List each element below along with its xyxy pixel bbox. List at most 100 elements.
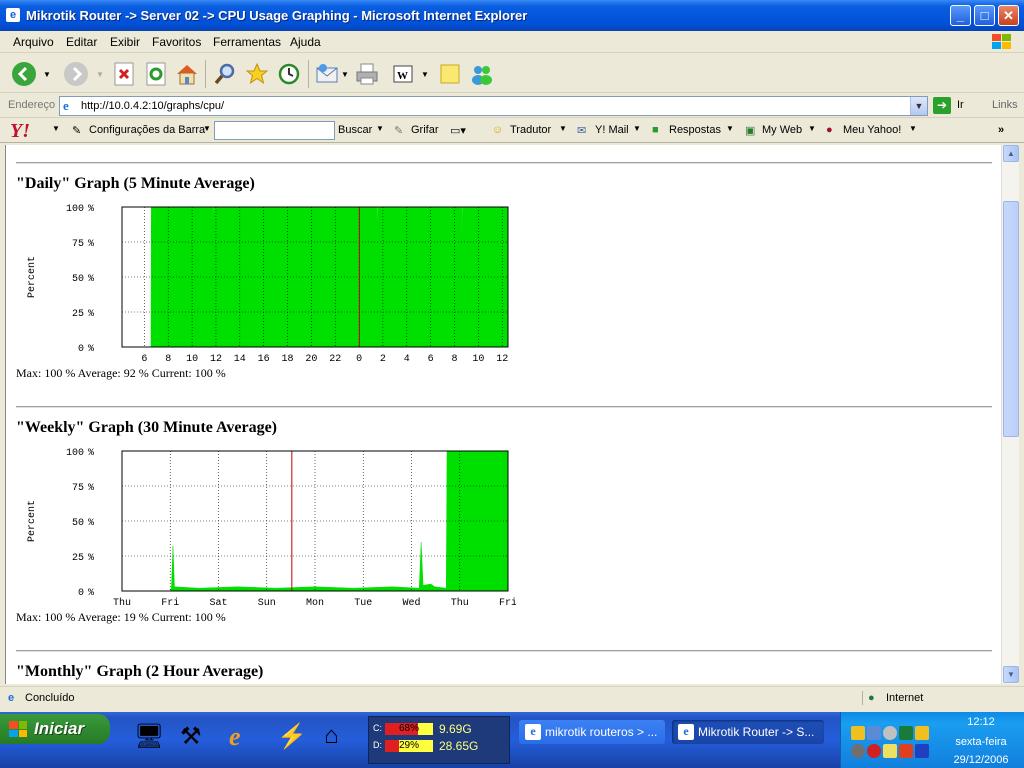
clock-time[interactable]: 12:12 (946, 716, 1016, 728)
menu-ferramentas[interactable]: Ferramentas (213, 35, 281, 49)
disk-d-size: 28.65G (439, 739, 479, 753)
clock-date: 29/12/2006 (953, 754, 1009, 766)
menu-arquivo[interactable]: Arquivo (13, 35, 54, 49)
ymail-button[interactable]: Y! Mail (595, 124, 629, 136)
alert-icon[interactable] (867, 744, 881, 758)
y-tick-label: 0 (78, 344, 84, 355)
vertical-scrollbar[interactable]: ▲ ▼ (1001, 145, 1019, 684)
media-icon[interactable] (915, 744, 929, 758)
close-button[interactable]: ✕ (998, 5, 1019, 26)
translator-button[interactable]: Tradutor (510, 124, 551, 136)
taskbar-button-mikrotik[interactable]: e Mikrotik Router -> S... (672, 720, 824, 744)
winamp-icon[interactable]: ⚡ (277, 722, 307, 751)
myweb-dropdown-icon[interactable]: ▼ (808, 124, 816, 133)
myyahoo-dropdown-icon[interactable]: ▼ (909, 124, 917, 133)
disk-d-row: D: 29% 28.65G (371, 738, 509, 754)
weekly-graph-title: "Weekly" Graph (30 Minute Average) (16, 419, 277, 436)
mail-icon[interactable] (314, 60, 342, 88)
translator-dropdown-icon[interactable]: ▼ (559, 124, 567, 133)
go-button[interactable]: Ir (957, 99, 964, 111)
menu-exibir[interactable]: Exibir (110, 35, 140, 49)
pencil-icon: ✎ (72, 125, 82, 137)
search-button[interactable]: Buscar (338, 124, 372, 136)
options-icon[interactable]: ▭▾ (450, 124, 466, 137)
ie-page-icon: e (525, 724, 541, 740)
page-icon: e (63, 98, 69, 113)
word-edit-icon[interactable]: W (389, 60, 417, 88)
browser-window: e Mikrotik Router -> Server 02 -> CPU Us… (0, 0, 1024, 712)
x-tick-label: 10 (472, 354, 484, 365)
my-computer-icon[interactable]: 🖥 (134, 722, 164, 751)
tools-icon[interactable]: ⚒ (180, 722, 202, 751)
taskbar-button-routeros[interactable]: e mikrotik routeros > ... (519, 720, 665, 744)
config-dropdown-icon[interactable]: ▼ (203, 124, 211, 133)
x-tick-label: Sun (258, 598, 276, 609)
speaker-icon[interactable] (883, 726, 897, 740)
maximize-button[interactable]: □ (974, 5, 995, 26)
start-button[interactable]: Iniciar (0, 714, 110, 744)
favorites-icon[interactable] (243, 60, 271, 88)
weekly-graph-stats: Max: 100 % Average: 19 % Current: 100 % (16, 610, 226, 624)
minimize-button[interactable]: _ (950, 5, 971, 26)
home-network-icon[interactable]: ⌂ (324, 722, 339, 750)
x-tick-label: 12 (496, 354, 508, 365)
antivirus-icon[interactable] (899, 726, 913, 740)
y-tick-label: 100 (66, 448, 84, 459)
title-bar[interactable]: e Mikrotik Router -> Server 02 -> CPU Us… (0, 0, 1024, 31)
yahoo-search-input[interactable] (214, 121, 335, 140)
answers-button[interactable]: Respostas (669, 124, 721, 136)
scroll-thumb[interactable] (1003, 201, 1019, 437)
y-tick-label: 50 (72, 274, 84, 285)
user-icon[interactable] (851, 744, 865, 758)
yahoo-dropdown-icon[interactable]: ▼ (52, 124, 60, 133)
y-tick-unit: % (88, 344, 94, 355)
menu-ajuda[interactable]: Ajuda (290, 35, 321, 49)
svg-text:W: W (397, 70, 408, 82)
links-button[interactable]: Links (992, 99, 1018, 111)
volume-icon[interactable] (883, 744, 897, 758)
highlight-button[interactable]: Grifar (411, 124, 439, 136)
address-dropdown-icon[interactable]: ▼ (910, 97, 927, 115)
menu-editar[interactable]: Editar (66, 35, 97, 49)
address-input[interactable]: e http://10.0.4.2:10/graphs/cpu/ ▼ (59, 96, 928, 116)
scroll-up-icon[interactable]: ▲ (1003, 145, 1019, 162)
shield-icon[interactable] (851, 726, 865, 740)
messenger-icon[interactable] (468, 60, 496, 88)
go-arrow-icon[interactable]: ➔ (933, 97, 951, 114)
windows-flag-icon (9, 721, 27, 737)
x-tick-label: Wed (402, 597, 420, 609)
x-tick-label: 4 (404, 354, 410, 365)
answers-dropdown-icon[interactable]: ▼ (726, 124, 734, 133)
search-icon[interactable] (211, 60, 239, 88)
page-content: "Daily" Graph (5 Minute Average) 100% 75%… (5, 145, 1001, 684)
y-tick-label: 25 (72, 309, 84, 320)
config-button[interactable]: Configurações da Barra (89, 124, 205, 136)
status-text: Concluído (25, 692, 75, 704)
back-dropdown-icon[interactable]: ▼ (40, 60, 54, 88)
refresh-icon[interactable] (142, 60, 170, 88)
edit-dropdown-icon[interactable]: ▼ (420, 60, 430, 88)
internet-explorer-icon[interactable]: e (229, 722, 241, 752)
ymail-dropdown-icon[interactable]: ▼ (633, 124, 641, 133)
forward-dropdown-icon[interactable]: ▼ (93, 60, 107, 88)
myyahoo-button[interactable]: Meu Yahoo! (843, 124, 901, 136)
yahoo-logo-icon[interactable]: Y! (10, 120, 30, 143)
stop-icon[interactable] (110, 60, 138, 88)
network-icon[interactable] (867, 726, 881, 740)
flash-icon[interactable] (899, 744, 913, 758)
scroll-down-icon[interactable]: ▼ (1003, 666, 1019, 683)
forward-icon[interactable] (62, 60, 90, 88)
mail-dropdown-icon[interactable]: ▼ (340, 60, 350, 88)
myweb-button[interactable]: My Web (762, 124, 802, 136)
notes-icon[interactable] (436, 60, 464, 88)
more-chevron-icon[interactable]: » (998, 124, 1004, 136)
zonealarm-icon[interactable] (915, 726, 929, 740)
history-icon[interactable] (275, 60, 303, 88)
address-url[interactable]: http://10.0.4.2:10/graphs/cpu/ (81, 100, 224, 112)
x-tick-label: 6 (141, 354, 147, 365)
back-icon[interactable] (10, 60, 38, 88)
search-dropdown-icon[interactable]: ▼ (376, 124, 384, 133)
print-icon[interactable] (353, 60, 381, 88)
home-icon[interactable] (173, 60, 201, 88)
menu-favoritos[interactable]: Favoritos (152, 35, 201, 49)
